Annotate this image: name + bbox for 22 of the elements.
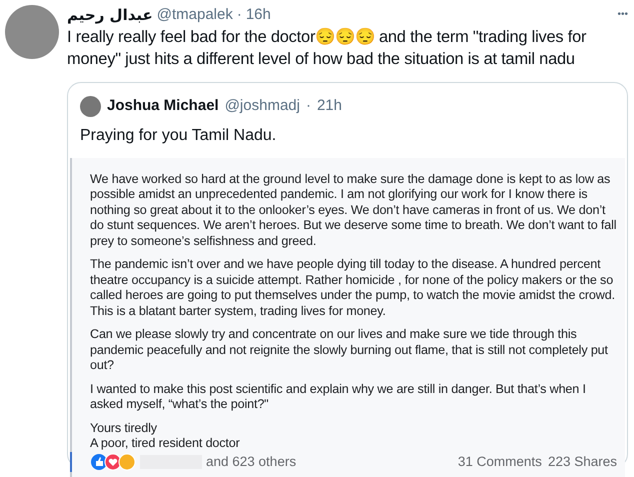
user-handle: @tmapalek — [156, 5, 233, 25]
timestamp[interactable]: 16h — [246, 5, 271, 25]
quoted-tweet-text: Praying for you Tamil Nadu. — [79, 126, 278, 146]
tweet-text: I really really feel bad for the doctor😔😔😔 and the term "trading lives for money" just hits a different level of how bad the situation is at tamil nadu — [67, 27, 588, 70]
separator: · — [236, 5, 242, 25]
post-paragraph: I wanted to make this post scientific and explain why we are still in danger. But that’s when I asked myself, “what’s the point?" — [90, 382, 587, 412]
post-paragraph: The pandemic isn’t over and we have people dying till today to the disease. A hundred percent theatre occupancy is a suicide attempt. Rather homicide , for none of the policy makers or the so called heroes are going to put themselves under the pump, to watch the movie amidst the crowd. This is a blatant barter system, trading lives for money. — [90, 257, 616, 319]
reaction-icons — [90, 452, 136, 471]
quoted-display-name: Joshua Michael — [107, 96, 219, 116]
separator: · — [306, 96, 311, 116]
quoted-timestamp: 21h — [316, 96, 342, 116]
post-paragraph: We have worked so hard at the ground level to make sure the damage done is kept to as low as possible amidst an unprecedented pandemic. I am not glorifying our work for I know there is nothing so great about it to the onlooker’s eyes. We don’t have cameras in front of us. We don’t do stunt sequences. We aren’t heroes. But we deserve some time to breath. We don’t want to fall prey to someone’s selfishness and greed. — [90, 172, 617, 249]
post-paragraph: Can we please slowly try and concentrate on our lives and make sure we tide through this pandemic peacefully and not reignite the slowly burning out flame, that is still not completely put out? — [90, 327, 609, 374]
shares-count[interactable]: 223 Shares — [548, 452, 617, 472]
quoted-avatar — [80, 96, 101, 117]
comments-count[interactable]: 31 Comments — [458, 452, 542, 472]
avatar[interactable] — [5, 5, 59, 59]
more-button[interactable]: ••• — [617, 5, 628, 25]
post-paragraph: Yours tiredly A poor, tired resident doctor — [90, 420, 241, 452]
display-name[interactable]: عبدال رحيم — [67, 5, 153, 25]
reactions-count[interactable]: and 623 others — [206, 452, 296, 472]
quoted-user-handle: @joshmadj — [224, 96, 300, 116]
